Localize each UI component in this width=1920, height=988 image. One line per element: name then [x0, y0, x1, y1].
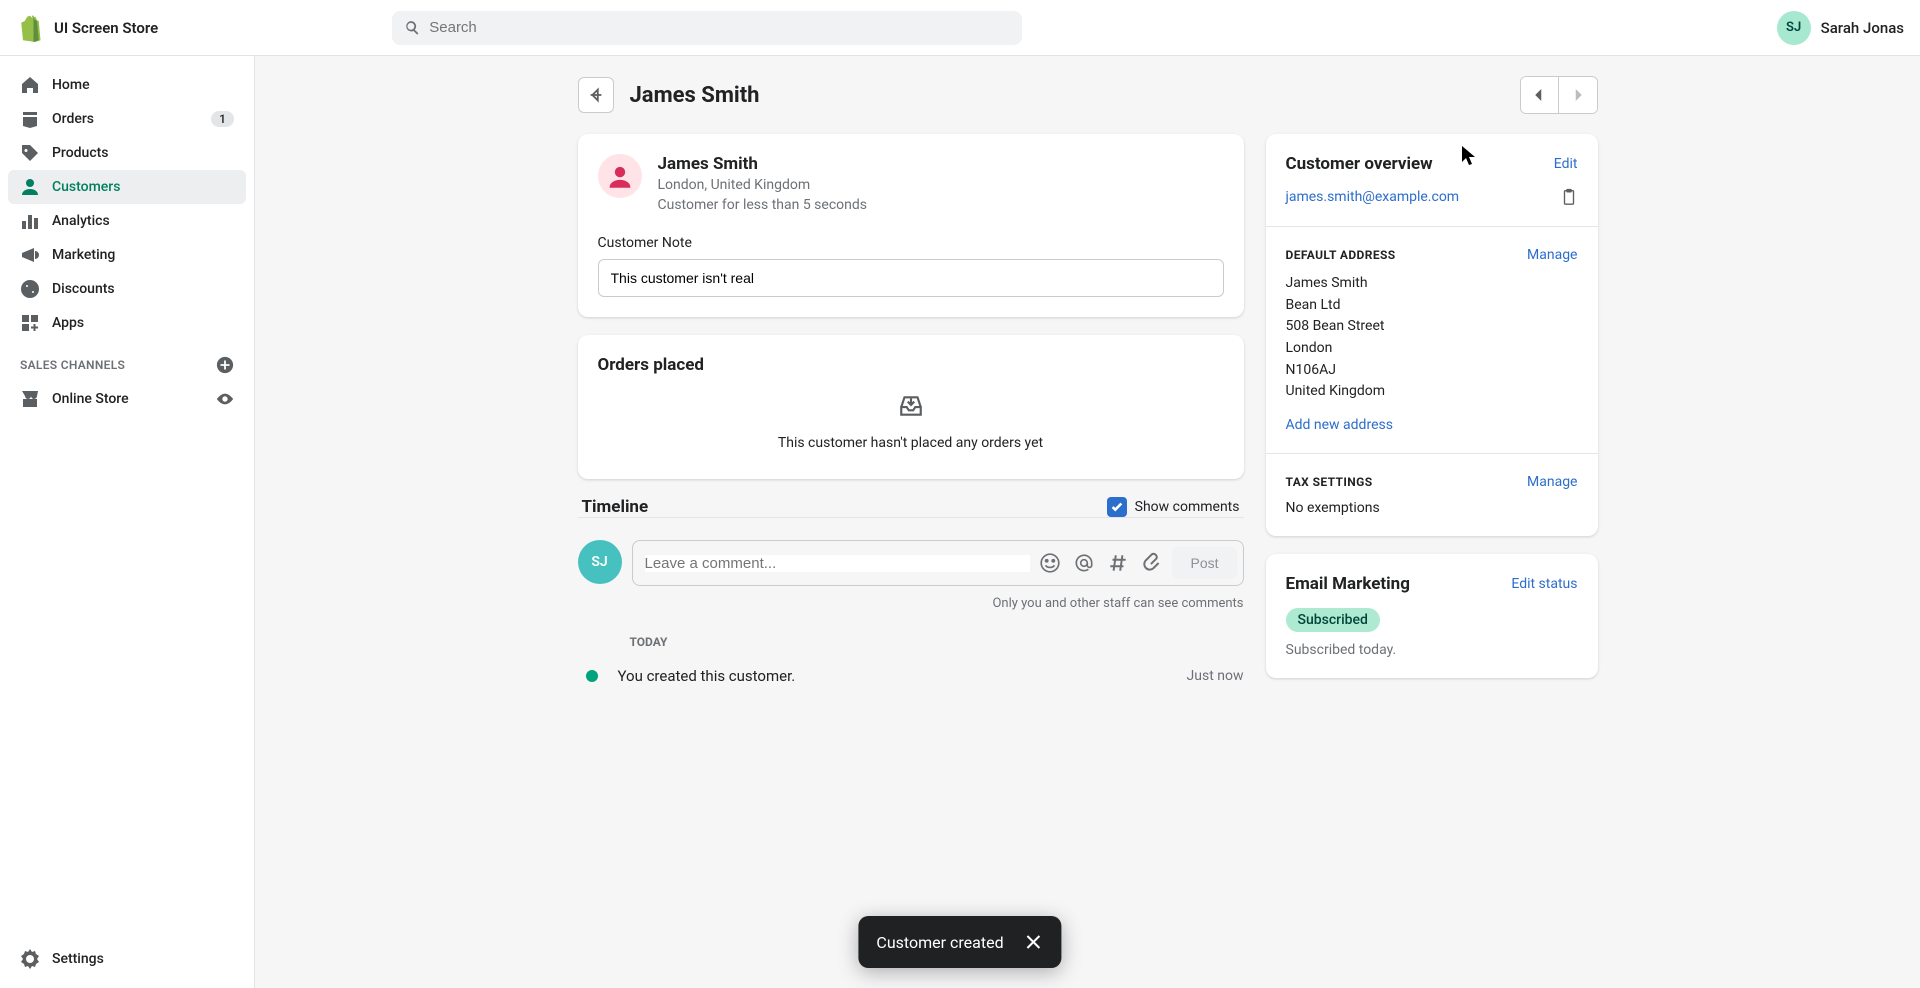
- next-customer-button[interactable]: [1559, 77, 1597, 113]
- toast-text: Customer created: [876, 933, 1003, 952]
- customer-location: London, United Kingdom: [658, 176, 868, 196]
- manage-tax-link[interactable]: Manage: [1527, 474, 1577, 490]
- eye-icon[interactable]: [216, 390, 234, 408]
- store-name: UI Screen Store: [54, 19, 158, 37]
- timeline-day-label: TODAY: [630, 635, 1244, 649]
- sidebar-item-settings[interactable]: Settings: [8, 942, 246, 976]
- apps-icon: [20, 313, 40, 333]
- sidebar-item-online-store[interactable]: Online Store: [8, 382, 246, 416]
- chevron-left-icon: [1533, 89, 1545, 101]
- search-box[interactable]: [392, 11, 1022, 45]
- sidebar-item-orders[interactable]: Orders 1: [8, 102, 246, 136]
- orders-empty-text: This customer hasn't placed any orders y…: [598, 435, 1224, 451]
- addr-postal: N106AJ: [1286, 360, 1578, 382]
- addr-company: Bean Ltd: [1286, 295, 1578, 317]
- sidebar-item-discounts[interactable]: Discounts: [8, 272, 246, 306]
- default-address-label: DEFAULT ADDRESS: [1286, 248, 1396, 262]
- orders-badge: 1: [211, 111, 234, 127]
- sales-channels-label: SALES CHANNELS: [20, 358, 125, 372]
- email-marketing-title: Email Marketing: [1286, 574, 1410, 594]
- gear-icon: [20, 949, 40, 969]
- timeline-event-text: You created this customer.: [618, 667, 1167, 685]
- subscription-sub-text: Subscribed today.: [1286, 642, 1578, 658]
- timeline-title: Timeline: [582, 497, 649, 517]
- checkbox-checked-icon: [1107, 497, 1127, 517]
- staff-avatar: SJ: [578, 540, 622, 584]
- sidebar-label: Marketing: [52, 247, 115, 263]
- show-comments-toggle[interactable]: Show comments: [1107, 497, 1240, 517]
- sidebar-item-analytics[interactable]: Analytics: [8, 204, 246, 238]
- edit-status-link[interactable]: Edit status: [1511, 576, 1577, 592]
- back-button[interactable]: [578, 77, 614, 113]
- sidebar-label: Home: [52, 77, 90, 93]
- prev-customer-button[interactable]: [1521, 77, 1559, 113]
- customer-email[interactable]: james.smith@example.com: [1286, 189, 1460, 205]
- close-icon: [1024, 932, 1044, 952]
- search-icon: [404, 19, 421, 37]
- sidebar-label: Settings: [52, 951, 104, 967]
- clipboard-icon[interactable]: [1560, 188, 1578, 206]
- arrow-left-icon: [587, 86, 605, 104]
- add-address-link[interactable]: Add new address: [1286, 417, 1393, 433]
- store-icon: [20, 389, 40, 409]
- shopify-logo-icon: [16, 14, 44, 42]
- toast-notification: Customer created: [858, 916, 1061, 968]
- timeline-hint: Only you and other staff can see comment…: [578, 596, 1244, 611]
- sidebar-label: Apps: [52, 315, 84, 331]
- sidebar-label: Online Store: [52, 391, 129, 407]
- user-name: Sarah Jonas: [1821, 19, 1904, 37]
- orders-placed-title: Orders placed: [598, 355, 1224, 375]
- search-input[interactable]: [429, 19, 1010, 36]
- tag-icon: [20, 143, 40, 163]
- sidebar-label: Customers: [52, 179, 120, 195]
- hashtag-icon[interactable]: [1104, 549, 1132, 577]
- person-icon: [20, 177, 40, 197]
- user-avatar: SJ: [1777, 11, 1811, 45]
- add-channel-icon[interactable]: [216, 356, 234, 374]
- person-icon: [607, 163, 633, 189]
- sidebar-label: Products: [52, 145, 109, 161]
- subscription-status-badge: Subscribed: [1286, 608, 1380, 632]
- customer-note-label: Customer Note: [598, 235, 1224, 251]
- toast-close-button[interactable]: [1024, 932, 1044, 952]
- tax-exemptions-text: No exemptions: [1286, 500, 1578, 516]
- user-menu[interactable]: SJ Sarah Jonas: [1777, 11, 1904, 45]
- sidebar-label: Analytics: [52, 213, 110, 229]
- chevron-right-icon: [1572, 89, 1584, 101]
- manage-address-link[interactable]: Manage: [1527, 247, 1577, 263]
- sidebar-label: Discounts: [52, 281, 115, 297]
- sidebar-item-products[interactable]: Products: [8, 136, 246, 170]
- customer-name: James Smith: [658, 154, 868, 174]
- addr-city: London: [1286, 338, 1578, 360]
- comment-input[interactable]: [645, 555, 1031, 572]
- edit-overview-link[interactable]: Edit: [1554, 156, 1578, 172]
- sidebar-label: Orders: [52, 111, 94, 127]
- orders-icon: [20, 109, 40, 129]
- customer-tenure: Customer for less than 5 seconds: [658, 196, 868, 216]
- attachment-icon[interactable]: [1138, 549, 1166, 577]
- overview-title: Customer overview: [1286, 154, 1433, 174]
- sidebar-item-home[interactable]: Home: [8, 68, 246, 102]
- emoji-icon[interactable]: [1036, 549, 1064, 577]
- home-icon: [20, 75, 40, 95]
- addr-street: 508 Bean Street: [1286, 316, 1578, 338]
- show-comments-label: Show comments: [1135, 499, 1240, 515]
- post-button[interactable]: Post: [1172, 547, 1236, 579]
- addr-country: United Kingdom: [1286, 381, 1578, 403]
- discount-icon: [20, 279, 40, 299]
- sidebar-item-marketing[interactable]: Marketing: [8, 238, 246, 272]
- customer-avatar: [598, 154, 642, 198]
- addr-name: James Smith: [1286, 273, 1578, 295]
- sidebar-item-apps[interactable]: Apps: [8, 306, 246, 340]
- customer-note-input[interactable]: [598, 259, 1224, 297]
- sidebar-item-customers[interactable]: Customers: [8, 170, 246, 204]
- page-title: James Smith: [630, 83, 760, 108]
- tax-settings-label: TAX SETTINGS: [1286, 475, 1373, 489]
- analytics-icon: [20, 211, 40, 231]
- inbox-icon: [898, 393, 924, 419]
- megaphone-icon: [20, 245, 40, 265]
- timeline-event-time: Just now: [1187, 668, 1244, 684]
- timeline-dot-icon: [586, 670, 598, 682]
- mention-icon[interactable]: [1070, 549, 1098, 577]
